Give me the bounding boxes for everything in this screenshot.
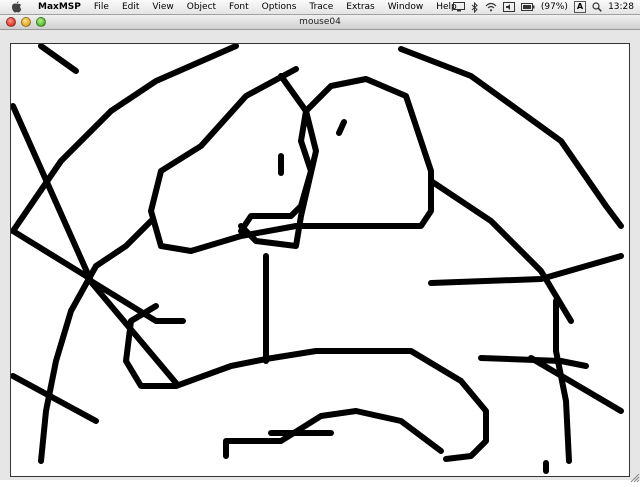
menu-extras[interactable]: Extras [340, 0, 381, 14]
bluetooth-icon[interactable] [471, 0, 479, 14]
input-menu-label: A [576, 2, 584, 11]
resize-grip-icon[interactable] [628, 468, 640, 483]
menu-trace[interactable]: Trace [303, 0, 340, 14]
wifi-icon[interactable] [485, 0, 497, 14]
apple-menu-icon[interactable] [10, 1, 22, 13]
volume-icon[interactable] [502, 0, 515, 14]
menu-font[interactable]: Font [223, 0, 256, 14]
window-title: mouse04 [299, 17, 341, 27]
stroke [11, 44, 239, 234]
menu-object[interactable]: Object [181, 0, 223, 14]
spotlight-icon[interactable] [592, 0, 602, 14]
menu-extras-status: (97%) A 13:28 [452, 0, 634, 14]
drawing-strokes [11, 44, 624, 474]
menu-clock[interactable]: 13:28 [608, 2, 634, 12]
menu-options[interactable]: Options [256, 0, 304, 14]
stroke [336, 119, 347, 136]
menu-file[interactable]: File [88, 0, 116, 14]
battery-percent: (97%) [540, 2, 568, 12]
menu-edit[interactable]: Edit [116, 0, 146, 14]
patcher-window: mouse04 [0, 15, 640, 483]
menu-bar: MaxMSP File Edit View Object Font Option… [0, 0, 640, 15]
menu-window[interactable]: Window [382, 0, 431, 14]
drawing-canvas[interactable] [10, 43, 630, 477]
battery-icon[interactable] [520, 0, 535, 14]
menu-view[interactable]: View [146, 0, 180, 14]
menu-app-name[interactable]: MaxMSP [32, 0, 88, 14]
input-menu-icon[interactable]: A [573, 1, 587, 13]
stroke [148, 66, 434, 254]
stroke [428, 178, 574, 324]
screen-display-icon[interactable] [452, 0, 465, 14]
stroke [123, 303, 489, 462]
stroke [38, 44, 79, 74]
window-titlebar[interactable]: mouse04 [0, 15, 640, 30]
